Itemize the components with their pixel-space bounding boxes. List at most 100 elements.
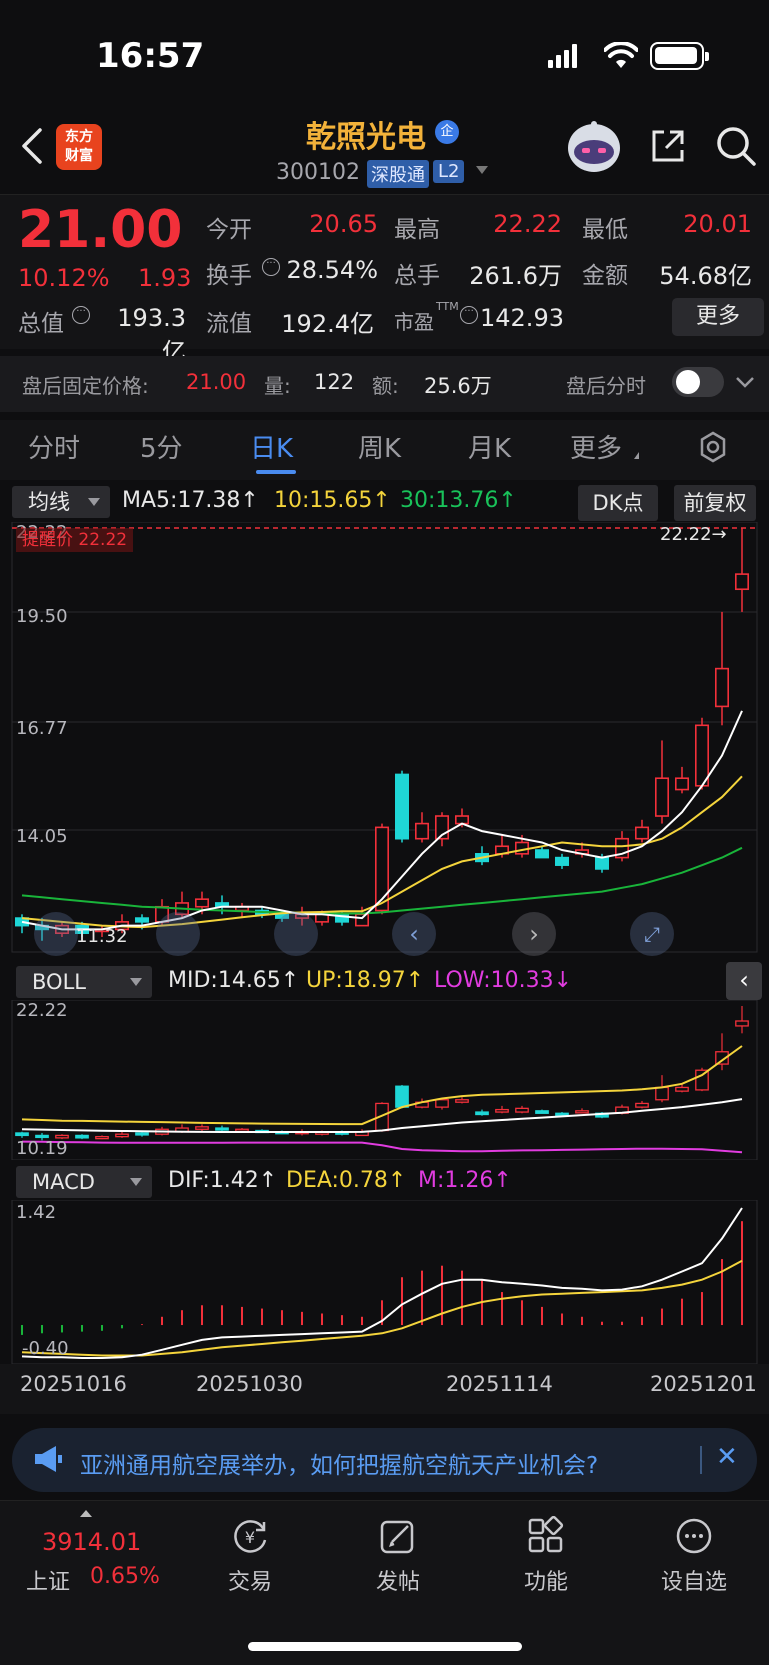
open-label: 今开 xyxy=(206,217,252,243)
index-value[interactable]: 3914.01 xyxy=(42,1528,141,1556)
after-hours-chart-label: 盘后分时 xyxy=(566,374,646,398)
boll-mid-value: MID:14.65↑ xyxy=(168,968,300,993)
chart-prev-button[interactable]: ‹ xyxy=(392,912,436,956)
boll-indicator-select[interactable]: BOLL xyxy=(16,966,152,998)
after-hours-label: 盘后固定价格: xyxy=(22,374,149,398)
stock-switch-caret-icon[interactable] xyxy=(476,166,488,174)
candle-body xyxy=(454,815,469,825)
dk-points-button[interactable]: DK点 xyxy=(578,485,658,521)
pe-ttm-sup: TTM xyxy=(436,300,459,313)
amount-value: 54.68亿 xyxy=(659,262,752,290)
after-hours-vol: 122 xyxy=(314,370,355,394)
forward-adjust-button[interactable]: 前复权 xyxy=(674,485,756,521)
info-dots-icon[interactable]: ··· xyxy=(262,258,280,276)
macd-dif-line xyxy=(21,1207,743,1359)
tab-weekly-k[interactable]: 周K xyxy=(358,428,401,465)
back-icon[interactable] xyxy=(18,126,48,166)
nav-watchlist[interactable]: 设自选 xyxy=(644,1564,744,1596)
after-hours-vol-label: 量: xyxy=(264,374,291,398)
boll-indicator-label: BOLL xyxy=(32,970,86,994)
tab-monthly-k[interactable]: 月K xyxy=(468,428,511,465)
amount-label: 金额 xyxy=(582,263,628,289)
chart-zoom-out-button[interactable] xyxy=(34,912,78,956)
share-icon[interactable] xyxy=(648,126,688,166)
tab-more[interactable]: 更多 xyxy=(570,428,622,465)
megaphone-icon xyxy=(35,1446,62,1472)
app-logo[interactable]: 东方 财富 xyxy=(56,124,102,170)
tab-5min[interactable]: 5分 xyxy=(140,428,183,465)
boll-candle-body xyxy=(635,1102,649,1108)
home-indicator xyxy=(248,1642,522,1651)
tab-more-caret-icon xyxy=(634,452,639,459)
boll-y-max: 22.22 xyxy=(16,1000,68,1021)
price-alert-label[interactable]: 提醒价 22.22 xyxy=(16,528,134,552)
chart-fullscreen-button[interactable]: ⤢ xyxy=(630,912,674,956)
toggle-knob xyxy=(676,370,700,394)
stock-name: 乾照光电 xyxy=(306,120,426,155)
x-date-label: 20251201 xyxy=(650,1372,757,1396)
candle-body xyxy=(514,841,529,855)
macd-dea-value: DEA:0.78↑ xyxy=(286,1168,407,1193)
info-dots-icon[interactable]: ··· xyxy=(72,306,90,324)
boll-candle-body xyxy=(735,1020,749,1027)
boll-candle-body xyxy=(215,1127,229,1131)
macd-y-max: 1.42 xyxy=(16,1202,57,1223)
chevron-down-icon[interactable] xyxy=(734,374,756,390)
ma-indicator-select[interactable]: 均线 xyxy=(12,486,110,518)
high-value: 22.22 xyxy=(493,210,562,238)
add-watchlist-icon[interactable] xyxy=(674,1516,714,1556)
candle-body xyxy=(554,856,569,866)
candle-body xyxy=(534,849,549,859)
boll-candle-body xyxy=(655,1086,669,1101)
tab-intraday[interactable]: 分时 xyxy=(28,428,80,465)
macd-indicator-select[interactable]: MACD xyxy=(16,1166,152,1198)
nav-trade[interactable]: 交易 xyxy=(200,1564,300,1596)
y-axis-label: 19.50 xyxy=(16,606,68,627)
after-hours-amt-label: 额: xyxy=(372,374,399,398)
float-cap-value: 192.4亿 xyxy=(281,310,374,338)
candle-body xyxy=(634,826,649,840)
candlestick-chart[interactable] xyxy=(0,522,769,962)
features-icon[interactable] xyxy=(526,1516,566,1556)
macd-chart[interactable] xyxy=(0,1200,769,1364)
max-price-marker: 22.22→ xyxy=(660,524,727,545)
more-button[interactable]: 更多 xyxy=(672,298,764,336)
nav-post[interactable]: 发帖 xyxy=(348,1564,448,1596)
trade-icon[interactable]: ¥ xyxy=(230,1516,270,1556)
index-name[interactable]: 上证 xyxy=(26,1564,70,1596)
boll-candle-body xyxy=(575,1110,589,1114)
chart-pan-button[interactable] xyxy=(274,912,318,956)
stock-code: 300102 xyxy=(276,160,360,185)
change-amount: 1.93 xyxy=(138,264,192,292)
candle-body xyxy=(414,822,429,840)
boll-up-value: UP:18.97↑ xyxy=(306,968,425,993)
macd-dif-value: DIF:1.42↑ xyxy=(168,1168,278,1193)
boll-low-value: LOW:10.33↓ xyxy=(434,968,573,993)
info-dots-icon[interactable]: ··· xyxy=(460,306,478,324)
index-percent[interactable]: 0.65% xyxy=(90,1564,160,1589)
banner-divider xyxy=(700,1446,702,1474)
high-label: 最高 xyxy=(394,217,440,243)
tab-daily-k[interactable]: 日K xyxy=(250,428,293,465)
chart-zoom-in-button[interactable] xyxy=(156,912,200,956)
nav-features[interactable]: 功能 xyxy=(496,1564,596,1596)
search-icon[interactable] xyxy=(714,124,758,168)
chart-next-button[interactable]: › xyxy=(512,912,556,956)
boll-candle-body xyxy=(495,1108,509,1113)
open-value: 20.65 xyxy=(309,210,378,238)
x-date-label: 20251030 xyxy=(196,1372,303,1396)
boll-candle-body xyxy=(135,1132,149,1136)
candle-body xyxy=(354,913,369,927)
ma10-value: 10:15.65↑ xyxy=(274,488,391,513)
x-date-label: 20251114 xyxy=(446,1372,553,1396)
collapse-panel-button[interactable]: ‹ xyxy=(726,962,762,1000)
after-hours-amt: 25.6万 xyxy=(424,374,492,398)
settings-gear-icon[interactable] xyxy=(696,430,730,464)
news-banner-text[interactable]: 亚洲通用航空展举办，如何把握航空航天产业机会? xyxy=(80,1446,598,1480)
macd-m-value: M:1.26↑ xyxy=(418,1168,512,1193)
robot-assistant-icon[interactable] xyxy=(564,118,624,174)
post-icon[interactable] xyxy=(378,1516,418,1556)
boll-chart[interactable] xyxy=(0,1000,769,1160)
close-icon[interactable]: ✕ xyxy=(716,1442,738,1472)
boll-candle-body xyxy=(535,1110,549,1114)
